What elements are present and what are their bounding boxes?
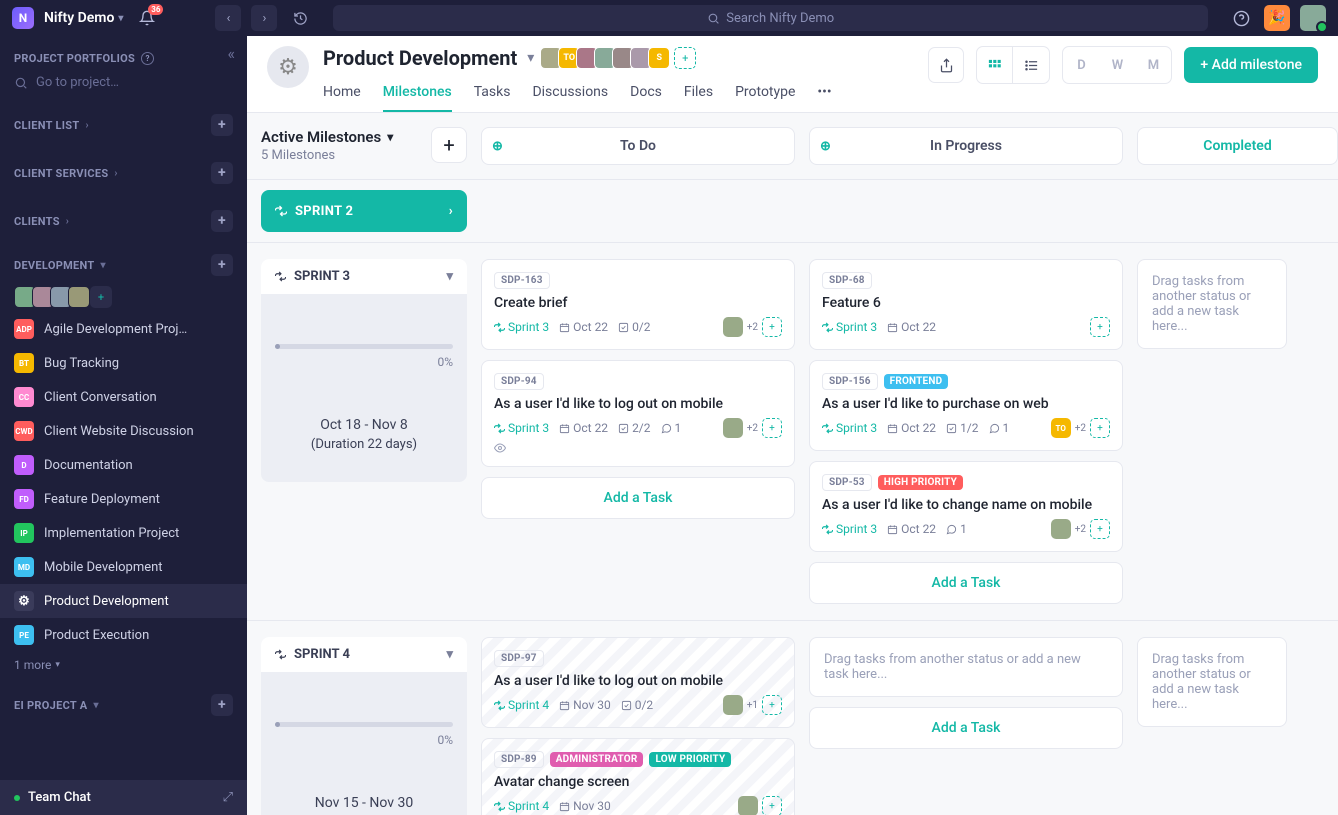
task-card[interactable]: SDP-89ADMINISTRATORLOW PRIORITY Avatar c… [481, 738, 795, 815]
add-person-icon[interactable]: ⊕ [492, 139, 503, 154]
assign-icon[interactable]: + [1090, 519, 1110, 539]
grid-view-icon[interactable] [977, 47, 1013, 83]
column-in-progress: ⊕In Progress [809, 127, 1123, 165]
project-header: ⚙ Product Development ▾ TOS + Home Milest… [247, 36, 1338, 113]
project-item[interactable]: BTBug Tracking [0, 346, 247, 380]
view-D[interactable]: D [1063, 47, 1099, 83]
assign-icon[interactable]: + [762, 317, 782, 337]
add-task-button[interactable]: Add a Task [809, 707, 1123, 749]
drop-zone[interactable]: Drag tasks from another status or add a … [1137, 637, 1287, 727]
tab-milestones[interactable]: Milestones [383, 78, 452, 112]
board: Active Milestones ▾ 5 Milestones + ⊕To D… [247, 113, 1338, 815]
project-item[interactable]: CCClient Conversation [0, 380, 247, 414]
add-task-button[interactable]: Add a Task [809, 562, 1123, 604]
project-item[interactable]: DDocumentation [0, 448, 247, 482]
notifications-icon[interactable]: 36 [139, 10, 155, 26]
development-section[interactable]: DEVELOPMENT ▾+ [0, 248, 247, 282]
goto-project-input[interactable]: Go to project… [0, 71, 247, 94]
add-member-icon[interactable]: + [674, 47, 696, 69]
confetti-icon[interactable]: 🎉 [1264, 5, 1290, 31]
help-icon[interactable] [1228, 5, 1254, 31]
project-item[interactable]: IPImplementation Project [0, 516, 247, 550]
project-icon: ⚙ [267, 46, 309, 88]
assign-icon[interactable]: + [1090, 418, 1110, 438]
team-chat[interactable]: Team Chat⤢ [0, 780, 247, 815]
drop-zone[interactable]: Drag tasks from another status or add a … [1137, 259, 1287, 349]
project-item[interactable]: MDMobile Development [0, 550, 247, 584]
sidebar: « PROJECT PORTFOLIOS ? Go to project… CL… [0, 36, 247, 815]
task-card[interactable]: SDP-68 Feature 6 Sprint 3 Oct 22+ [809, 259, 1123, 350]
collapse-sidebar-icon[interactable]: « [227, 44, 235, 63]
more-tabs-icon[interactable]: ••• [817, 78, 831, 112]
tab-discussions[interactable]: Discussions [532, 78, 608, 112]
tab-tasks[interactable]: Tasks [474, 78, 511, 112]
sidebar-section[interactable]: CLIENTS ›+ [0, 204, 247, 238]
dev-members: + [0, 282, 247, 312]
add-person-icon[interactable]: ⊕ [820, 139, 831, 154]
view-W[interactable]: W [1099, 47, 1135, 83]
column-completed: Completed [1137, 127, 1338, 165]
sidebar-section[interactable]: CLIENT SERVICES ›+ [0, 156, 247, 190]
project-tabs: Home Milestones Tasks Discussions Docs Files P… [323, 78, 832, 112]
milestone-card[interactable]: SPRINT 3▾ 0% Oct 18 - Nov 8 (Duration 22… [261, 259, 467, 482]
logo: N [12, 7, 34, 29]
topbar: N Nifty Demo ▾ 36 ‹ › Search Nifty Demo … [0, 0, 1338, 36]
search-input[interactable]: Search Nifty Demo [333, 5, 1208, 31]
history-icon[interactable] [287, 5, 313, 31]
task-card[interactable]: SDP-94 As a user I'd like to log out on … [481, 360, 795, 467]
assign-icon[interactable]: + [762, 695, 782, 715]
assign-icon[interactable]: + [762, 418, 782, 438]
milestone-card[interactable]: SPRINT 4▾ 0% Nov 15 - Nov 30 [261, 637, 467, 815]
share-icon[interactable] [928, 47, 964, 83]
project-title[interactable]: Product Development [323, 46, 517, 70]
portfolios-header[interactable]: PROJECT PORTFOLIOS ? [0, 46, 247, 71]
timescale-toggle[interactable]: DWM [1062, 46, 1172, 84]
project-members[interactable]: TOS + [544, 47, 696, 69]
main: ⚙ Product Development ▾ TOS + Home Milest… [247, 36, 1338, 815]
sprint-2-header[interactable]: SPRINT 2› [261, 190, 467, 232]
assign-icon[interactable]: + [1090, 317, 1110, 337]
column-todo: ⊕To Do [481, 127, 795, 165]
add-member-icon[interactable]: + [90, 286, 112, 308]
chevron-down-icon[interactable]: ▾ [527, 50, 534, 66]
assign-icon[interactable]: + [762, 796, 782, 815]
add-milestone-button[interactable]: + Add milestone [1184, 47, 1318, 83]
project-item[interactable]: ADPAgile Development Proj… [0, 312, 247, 346]
add-milestone-icon[interactable]: + [431, 127, 467, 163]
sidebar-section[interactable]: CLIENT LIST ›+ [0, 108, 247, 142]
list-view-icon[interactable] [1013, 47, 1049, 83]
task-card[interactable]: SDP-163 Create brief Sprint 3 Oct 22 0/2… [481, 259, 795, 350]
nav-back[interactable]: ‹ [215, 5, 241, 31]
active-milestones-header[interactable]: Active Milestones ▾ 5 Milestones + [261, 127, 467, 163]
tab-docs[interactable]: Docs [630, 78, 662, 112]
project-item[interactable]: PEProduct Execution [0, 618, 247, 652]
expand-icon[interactable]: ⤢ [223, 790, 233, 805]
add-task-button[interactable]: Add a Task [481, 477, 795, 519]
task-card[interactable]: SDP-156FRONTEND As a user I'd like to pu… [809, 360, 1123, 451]
task-card[interactable]: SDP-97 As a user I'd like to log out on … [481, 637, 795, 728]
view-M[interactable]: M [1135, 47, 1171, 83]
project-item[interactable]: CWDClient Website Discussion [0, 414, 247, 448]
nav-forward[interactable]: › [251, 5, 277, 31]
add-project-icon[interactable]: + [211, 254, 233, 276]
tab-files[interactable]: Files [684, 78, 713, 112]
chevron-down-icon[interactable]: ▾ [446, 647, 453, 662]
drop-zone[interactable]: Drag tasks from another status or add a … [809, 637, 1123, 697]
ei-section[interactable]: EI PROJECT A ▾+ [0, 688, 247, 722]
task-card[interactable]: SDP-53HIGH PRIORITY As a user I'd like t… [809, 461, 1123, 552]
chevron-down-icon[interactable]: ▾ [446, 269, 453, 284]
user-avatar[interactable] [1300, 5, 1326, 31]
project-item[interactable]: FDFeature Deployment [0, 482, 247, 516]
show-more[interactable]: 1 more ▾ [0, 652, 247, 678]
workspace-switcher[interactable]: Nifty Demo ▾ [44, 10, 123, 26]
project-item[interactable]: ⚙Product Development [0, 584, 247, 618]
tab-prototype[interactable]: Prototype [735, 78, 795, 112]
tab-home[interactable]: Home [323, 78, 361, 112]
